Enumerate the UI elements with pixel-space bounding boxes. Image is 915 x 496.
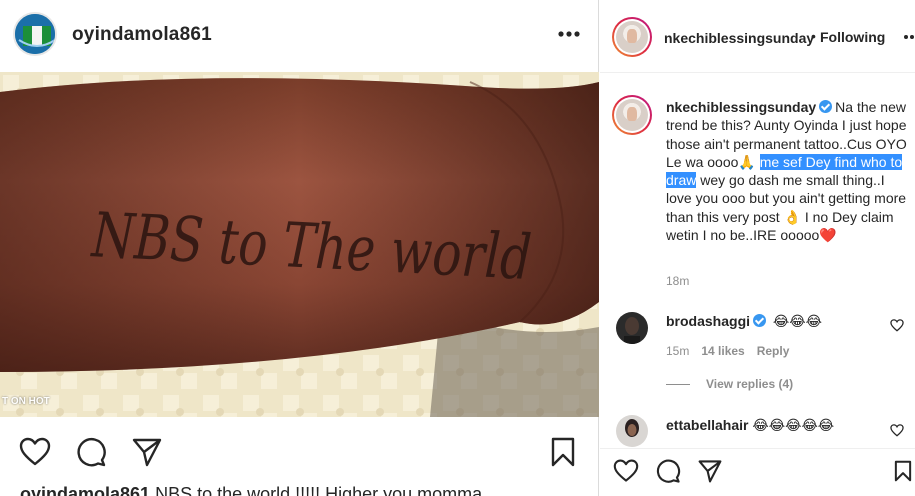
- caption-username[interactable]: oyindamola861: [20, 484, 150, 496]
- verified-badge-icon: [753, 314, 767, 327]
- heart-icon[interactable]: [18, 435, 52, 469]
- heart-emoji: ❤️: [819, 227, 837, 244]
- separator-dot: •: [811, 28, 816, 44]
- avatar[interactable]: [612, 17, 652, 57]
- post-actions: [0, 430, 599, 474]
- bookmark-icon[interactable]: [892, 456, 914, 486]
- heart-icon[interactable]: [611, 456, 641, 486]
- comment-body: 😂😂😂😂😂: [752, 417, 835, 433]
- post-header: oyindamola861: [0, 0, 599, 72]
- comment-text: brodashaggi 😂😂😂: [666, 313, 822, 330]
- header-username[interactable]: nkechiblessingsunday: [664, 30, 814, 46]
- post-media-pane: oyindamola861 NBS to The world T ON HOT …: [0, 0, 599, 496]
- paper-plane-icon[interactable]: [130, 435, 164, 469]
- comment-text: ettabellahair 😂😂😂😂😂: [666, 417, 834, 434]
- caption-username[interactable]: nkechiblessingsunday: [666, 99, 816, 115]
- comments-header: nkechiblessingsunday • Following: [600, 0, 915, 73]
- comment-username[interactable]: brodashaggi: [666, 313, 750, 329]
- more-dots-icon[interactable]: [555, 22, 583, 46]
- more-dots-icon[interactable]: [902, 26, 915, 48]
- comment-like-heart-icon[interactable]: [890, 319, 906, 335]
- caption-timestamp: 18m: [666, 274, 690, 288]
- comment-icon[interactable]: [653, 456, 683, 486]
- following-button[interactable]: Following: [820, 29, 885, 45]
- caption-text: NBS to the world !!!!! Higher you momma: [150, 484, 483, 496]
- avatar[interactable]: [612, 95, 652, 135]
- post-owner-username[interactable]: oyindamola861: [72, 24, 212, 46]
- avatar[interactable]: [616, 415, 648, 447]
- verified-badge-icon: [819, 100, 833, 113]
- post-caption-preview: oyindamola861 NBS to the world !!!!! Hig…: [20, 484, 482, 496]
- bookmark-icon[interactable]: [546, 435, 580, 469]
- comment-body: 😂😂😂: [772, 313, 822, 329]
- comment-like-heart-icon[interactable]: [890, 424, 906, 440]
- avatar[interactable]: [616, 312, 648, 344]
- paper-plane-icon[interactable]: [695, 456, 725, 486]
- avatar[interactable]: [13, 12, 57, 56]
- caption-text: nkechiblessingsunday Na the new trend be …: [666, 98, 910, 244]
- comment-username[interactable]: ettabellahair: [666, 417, 748, 433]
- comment-likes[interactable]: 14 likes: [701, 344, 744, 358]
- comments-pane-actions: [600, 448, 915, 496]
- comment-meta: 15m 14 likes Reply: [666, 344, 801, 358]
- caption-body-rest: wey go dash me small thing..I love you o…: [666, 172, 907, 244]
- view-replies-button[interactable]: View replies (4): [666, 377, 793, 391]
- photo-watermark: T ON HOT: [2, 396, 50, 407]
- reply-button[interactable]: Reply: [757, 344, 790, 358]
- comment-icon[interactable]: [74, 435, 108, 469]
- post-photo[interactable]: NBS to The world: [0, 72, 599, 417]
- instagram-post-view: oyindamola861 NBS to The world T ON HOT …: [0, 0, 915, 496]
- comments-pane: nkechiblessingsunday • Following nkechib…: [600, 0, 915, 496]
- comment-time: 15m: [666, 344, 690, 358]
